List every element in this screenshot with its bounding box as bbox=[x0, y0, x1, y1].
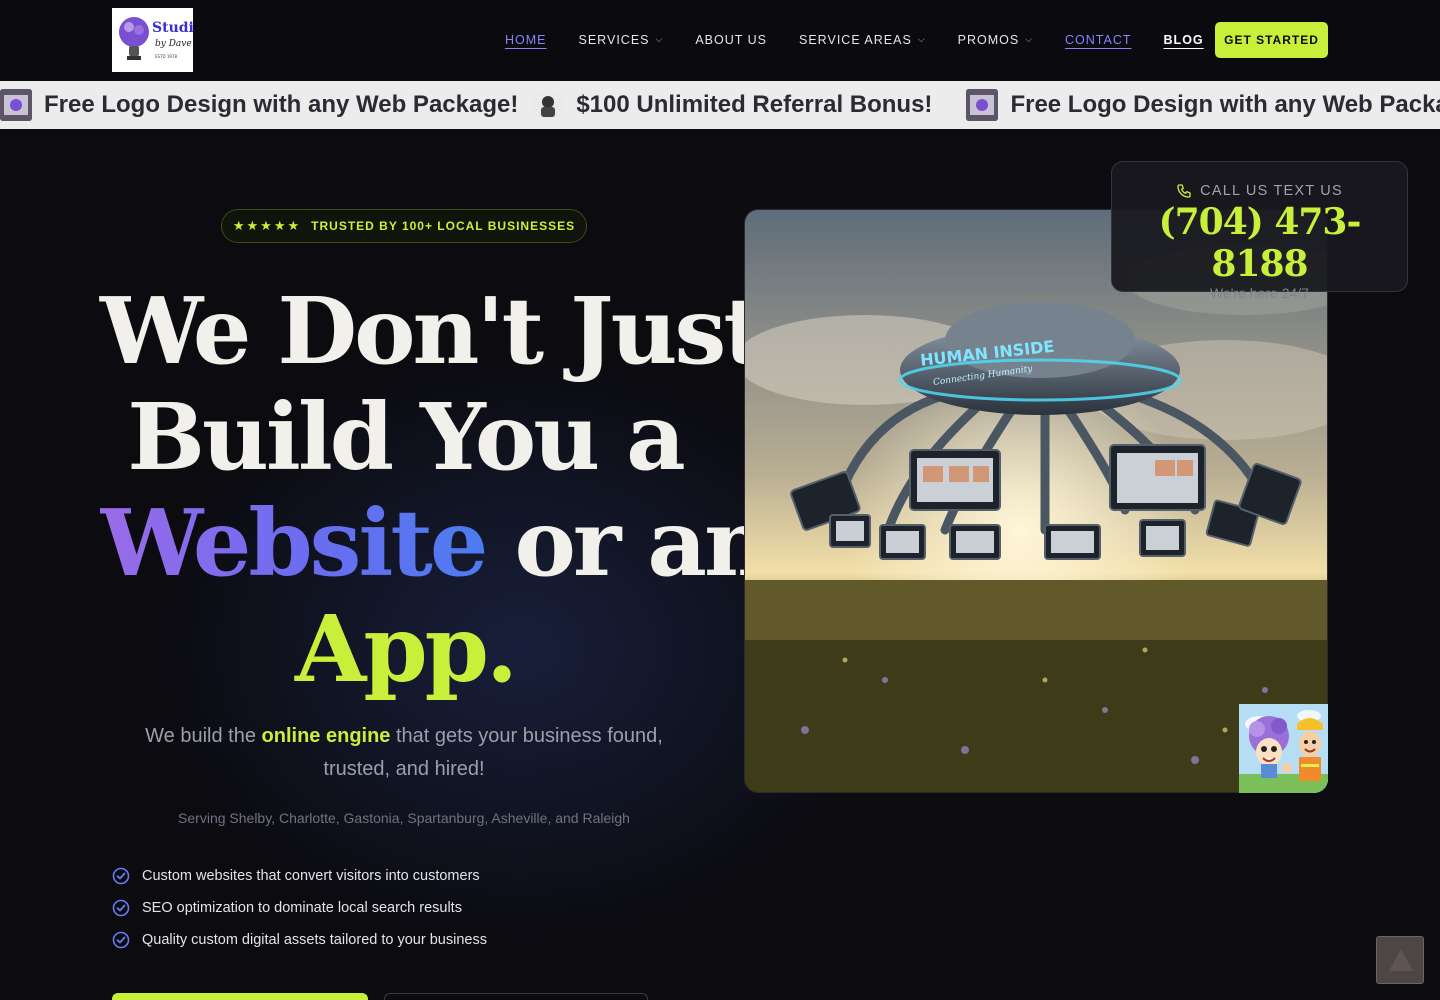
stars-icon: ★★★★★ bbox=[232, 218, 302, 233]
get-started-button[interactable]: GET STARTED bbox=[1215, 22, 1328, 58]
marquee-item[interactable]: $100 Unlimited Referral Bonus! bbox=[532, 81, 946, 129]
nav-contact[interactable]: CONTACT bbox=[1065, 33, 1132, 47]
secondary-cta-button[interactable] bbox=[384, 993, 648, 1000]
promo-marquee: Free Logo Design with any Web Package! $… bbox=[0, 81, 1440, 129]
headline-line-3: Website or an bbox=[100, 489, 771, 597]
mascot-illustration bbox=[1239, 704, 1328, 793]
headline-line-4: App. bbox=[294, 595, 518, 703]
marquee-item[interactable]: Free Logo Design with any Web Package! bbox=[0, 81, 532, 129]
chevron-down-icon: ⌵ bbox=[1025, 33, 1034, 44]
hero-subheadline: We build the online engine that gets you… bbox=[110, 720, 698, 786]
promo-thumbnail-icon bbox=[0, 89, 32, 121]
subhead-highlight: online engine bbox=[261, 725, 391, 747]
marquee-text: Free Logo Design with any Web Package! bbox=[1010, 91, 1440, 118]
marquee-item[interactable]: Free Logo Design with any Web Package! bbox=[946, 81, 1440, 129]
feature-list: Custom websites that convert visitors in… bbox=[112, 860, 487, 956]
trusted-badge: ★★★★★ TRUSTED BY 100+ LOCAL BUSINESSES bbox=[221, 209, 587, 243]
logo[interactable]: Studios by Dave ESTD 1978 bbox=[112, 8, 193, 72]
promo-thumbnail-icon bbox=[532, 89, 565, 121]
check-circle-icon bbox=[112, 867, 130, 885]
feature-text: Quality custom digital assets tailored t… bbox=[142, 932, 487, 948]
headline-line-2: Build You a bbox=[127, 383, 685, 491]
chevron-down-icon: ⌵ bbox=[655, 33, 664, 44]
headline-gradient-word: Website bbox=[100, 489, 488, 597]
feature-item: SEO optimization to dominate local searc… bbox=[112, 892, 487, 924]
nav-services[interactable]: SERVICES ⌵ bbox=[579, 33, 664, 47]
nav-service-areas-label: SERVICE AREAS bbox=[799, 33, 912, 47]
feature-text: SEO optimization to dominate local searc… bbox=[142, 900, 462, 916]
service-areas-text: Serving Shelby, Charlotte, Gastonia, Spa… bbox=[178, 810, 630, 826]
scroll-to-top-button[interactable] bbox=[1376, 936, 1424, 984]
nav-contact-label: CONTACT bbox=[1065, 33, 1132, 47]
nav-home[interactable]: HOME bbox=[505, 33, 547, 47]
subhead-pre: We build the bbox=[145, 725, 262, 747]
primary-cta-button[interactable] bbox=[112, 993, 368, 1000]
promo-thumbnail-icon bbox=[966, 89, 999, 121]
logo-image: Studios by Dave ESTD 1978 bbox=[119, 17, 193, 60]
nav-service-areas[interactable]: SERVICE AREAS ⌵ bbox=[799, 33, 926, 47]
call-label-row: CALL US TEXT US bbox=[1112, 183, 1407, 199]
phone-number-link[interactable]: (704) 473-8188 bbox=[1112, 201, 1407, 285]
call-label: CALL US TEXT US bbox=[1200, 183, 1343, 199]
nav-blog-label: BLOG bbox=[1163, 33, 1204, 47]
svg-text:ESTD 1978: ESTD 1978 bbox=[155, 54, 177, 59]
marquee-text: $100 Unlimited Referral Bonus! bbox=[576, 91, 933, 118]
check-circle-icon bbox=[112, 931, 130, 949]
arrow-up-icon bbox=[1389, 949, 1413, 971]
nav-about-label: ABOUT US bbox=[695, 33, 767, 47]
headline-line-1: We Don't Just bbox=[100, 277, 766, 385]
logo-word: Studios bbox=[152, 20, 193, 36]
marquee-track: Free Logo Design with any Web Package! $… bbox=[0, 81, 1440, 129]
check-circle-icon bbox=[112, 899, 130, 917]
site-header: Studios by Dave ESTD 1978 HOME SERVICES ⌵… bbox=[0, 0, 1440, 80]
nav-home-label: HOME bbox=[505, 33, 547, 47]
feature-item: Custom websites that convert visitors in… bbox=[112, 860, 487, 892]
trusted-badge-text: TRUSTED BY 100+ LOCAL BUSINESSES bbox=[311, 219, 576, 233]
nav-services-label: SERVICES bbox=[578, 33, 650, 47]
mascot-image[interactable] bbox=[1239, 704, 1328, 793]
chevron-down-icon: ⌵ bbox=[917, 33, 926, 44]
headline-line-3-rest: or an bbox=[485, 489, 770, 597]
nav-promos-label: PROMOS bbox=[957, 33, 1020, 47]
feature-text: Custom websites that convert visitors in… bbox=[142, 868, 480, 884]
phone-icon bbox=[1177, 184, 1191, 198]
availability-text: We're here 24/7 bbox=[1210, 285, 1309, 301]
hero-headline: We Don't Just Build You a Website or an … bbox=[100, 277, 771, 703]
marquee-text: Free Logo Design with any Web Package! bbox=[44, 91, 519, 118]
main-nav: HOME SERVICES ⌵ ABOUT US SERVICE AREAS ⌵ P… bbox=[505, 0, 1204, 80]
nav-promos[interactable]: PROMOS ⌵ bbox=[958, 33, 1033, 47]
nav-blog[interactable]: BLOG bbox=[1164, 33, 1204, 47]
svg-text:by Dave: by Dave bbox=[155, 39, 192, 49]
call-us-card[interactable]: CALL US TEXT US (704) 473-8188 We're her… bbox=[1111, 161, 1408, 301]
nav-about-us[interactable]: ABOUT US bbox=[695, 33, 767, 47]
feature-item: Quality custom digital assets tailored t… bbox=[112, 924, 487, 956]
